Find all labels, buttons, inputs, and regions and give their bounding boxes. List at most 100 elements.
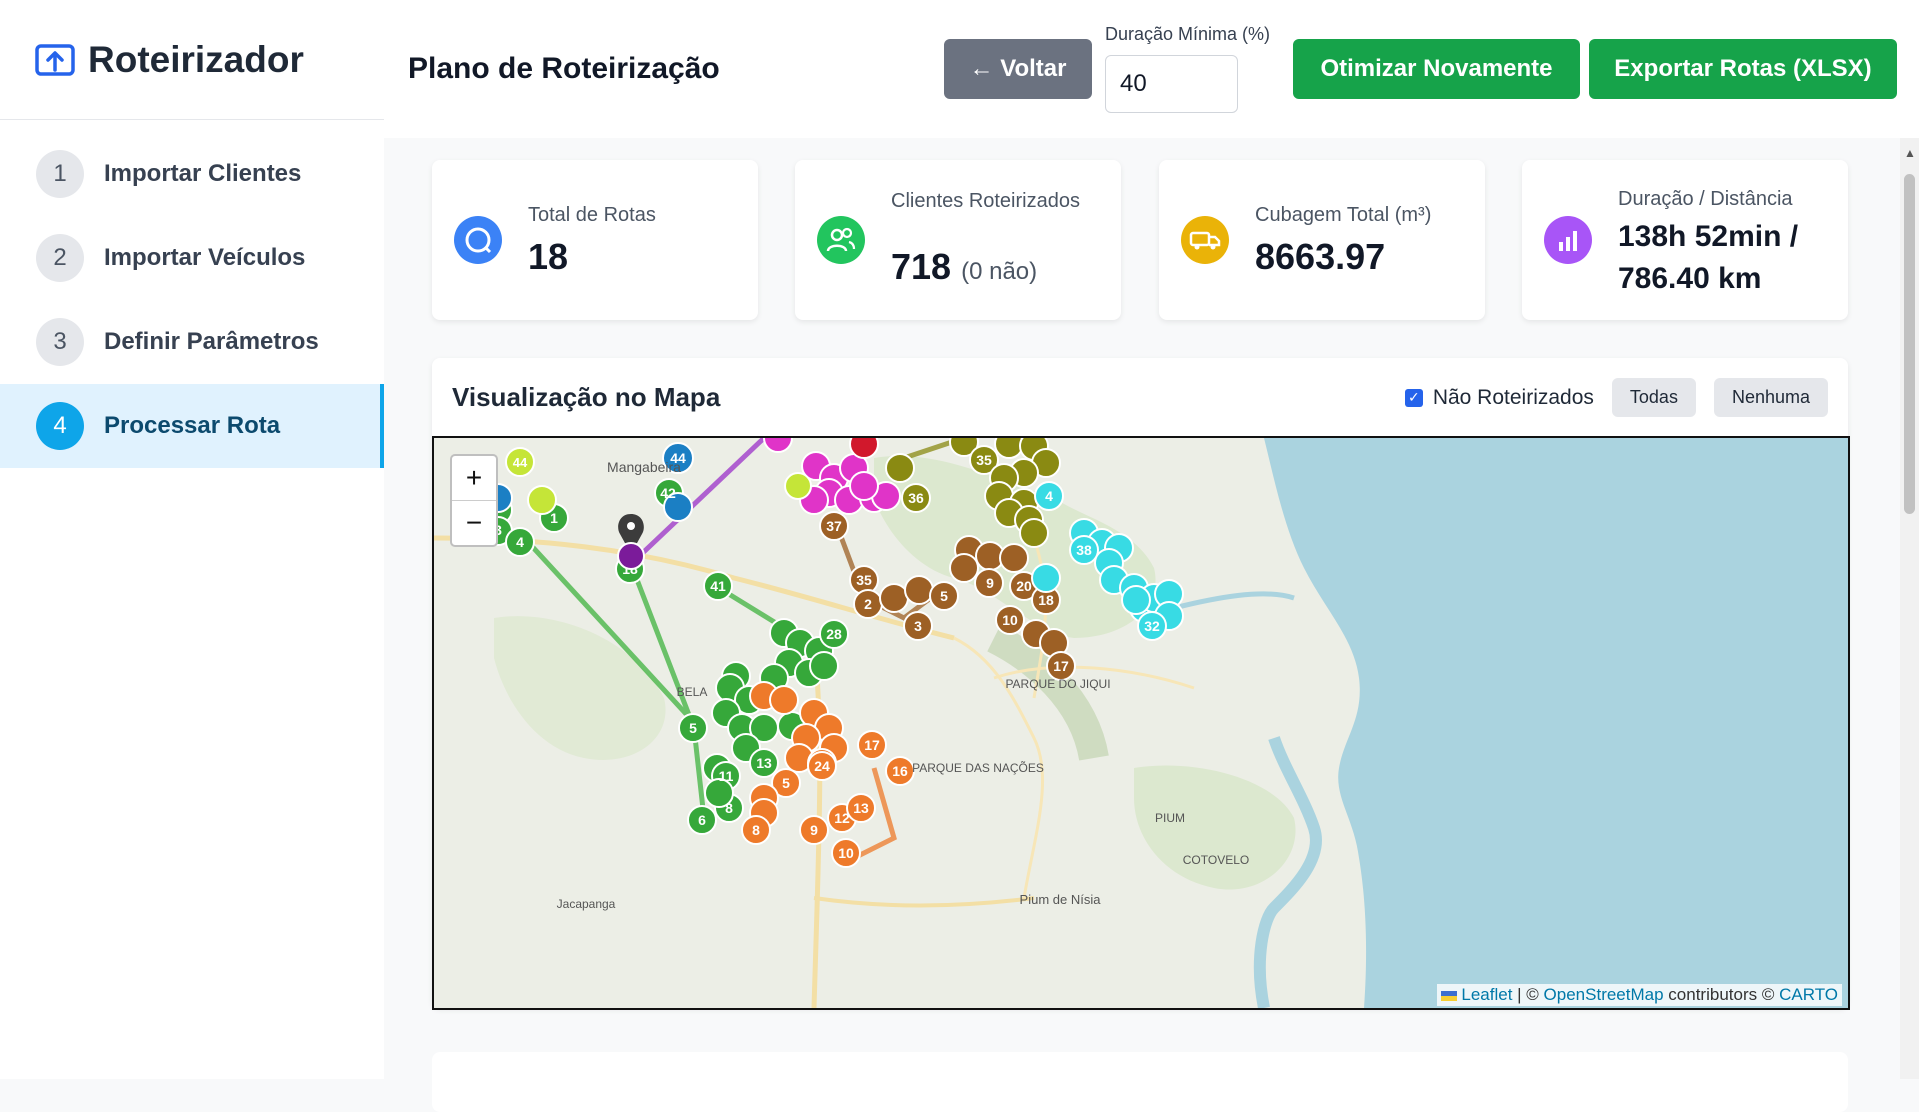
place-label: Mangabeira — [607, 459, 681, 475]
svg-text:32: 32 — [1144, 618, 1160, 634]
stat-value-wrap: 718 (0 não) — [891, 246, 1037, 288]
place-label: Jacapanga — [557, 897, 616, 911]
select-none-button[interactable]: Nenhuma — [1713, 378, 1828, 417]
back-button[interactable]: ← Voltar — [944, 39, 1092, 99]
svg-text:42: 42 — [660, 485, 676, 501]
route-map[interactable]: 3414244 1841568 281311 44 44 — [432, 436, 1850, 1010]
svg-text:10: 10 — [1002, 612, 1018, 628]
svg-text:4: 4 — [1045, 488, 1053, 504]
stat-label: Total de Rotas — [528, 204, 656, 226]
search-icon — [454, 216, 502, 264]
svg-text:2: 2 — [864, 596, 872, 612]
stat-card-duracao: Duração / Distância 138h 52min / 786.40 … — [1522, 160, 1848, 320]
export-button[interactable]: Exportar Rotas (XLSX) — [1589, 39, 1897, 99]
svg-text:5: 5 — [940, 588, 948, 604]
scrollbar[interactable]: ▲ — [1900, 138, 1919, 1079]
users-icon — [817, 216, 865, 264]
map-attribution: Leaflet | © OpenStreetMap contributors ©… — [1436, 984, 1842, 1006]
sidebar-item-definir-parametros[interactable]: 3 Definir Parâmetros — [0, 300, 384, 384]
svg-text:9: 9 — [810, 822, 818, 838]
optimize-button[interactable]: Otimizar Novamente — [1293, 39, 1580, 99]
bar-chart-icon — [1544, 216, 1592, 264]
svg-text:3: 3 — [914, 618, 922, 634]
sidebar-item-label: Importar Clientes — [104, 160, 302, 187]
svg-text:16: 16 — [892, 763, 908, 779]
sidebar-item-label: Importar Veículos — [104, 244, 306, 271]
svg-text:8: 8 — [752, 822, 760, 838]
stat-label: Clientes Roteirizados — [891, 190, 1080, 212]
zoom-in-button[interactable]: + — [452, 456, 496, 501]
svg-text:9: 9 — [986, 575, 994, 591]
stat-value: 138h 52min / 786.40 km — [1618, 220, 1799, 295]
svg-text:36: 36 — [908, 490, 924, 506]
svg-text:12: 12 — [834, 810, 850, 826]
duration-label: Duração Mínima (%) — [1105, 24, 1271, 44]
stat-card-total-rotas: Total de Rotas 18 — [432, 160, 758, 320]
app-title: Roteirizador — [88, 38, 304, 80]
svg-text:38: 38 — [1076, 542, 1092, 558]
svg-text:28: 28 — [826, 626, 842, 642]
place-label: BELA — [677, 685, 708, 699]
leaflet-link[interactable]: Leaflet — [1461, 985, 1512, 1004]
stat-value: 718 — [891, 246, 952, 287]
stat-card-cubagem: Cubagem Total (m³) 8663.97 — [1159, 160, 1485, 320]
map-canvas[interactable]: 3414244 1841568 281311 44 44 — [434, 438, 1848, 1008]
step-number: 4 — [36, 402, 84, 450]
svg-text:41: 41 — [710, 578, 726, 594]
zoom-control: + − — [450, 454, 498, 547]
svg-text:5: 5 — [782, 775, 790, 791]
place-label: PIUM — [1155, 811, 1185, 825]
osm-link[interactable]: OpenStreetMap — [1544, 985, 1664, 1004]
checkbox-checked-icon[interactable]: ✓ — [1404, 388, 1423, 407]
stat-label: Duração / Distância — [1618, 188, 1793, 210]
scroll-thumb[interactable] — [1904, 174, 1915, 514]
svg-text:13: 13 — [756, 755, 772, 771]
svg-text:5: 5 — [689, 720, 697, 736]
scroll-up-icon[interactable]: ▲ — [1904, 146, 1916, 160]
place-label: PARQUE DAS NAÇÕES — [912, 760, 1044, 775]
step-number: 1 — [36, 150, 84, 198]
step-number: 2 — [36, 234, 84, 282]
stat-label: Cubagem Total (m³) — [1255, 204, 1432, 226]
zoom-out-button[interactable]: − — [452, 501, 496, 545]
stat-sub: (0 não) — [961, 258, 1038, 285]
svg-text:13: 13 — [853, 800, 869, 816]
svg-text:35: 35 — [856, 572, 872, 588]
svg-text:44: 44 — [513, 455, 528, 470]
step-number: 3 — [36, 318, 84, 366]
svg-text:35: 35 — [976, 452, 992, 468]
page-title: Plano de Roteirização — [408, 52, 720, 85]
svg-text:4: 4 — [516, 534, 524, 550]
brand: Roteirizador — [0, 0, 384, 120]
svg-text:17: 17 — [864, 737, 880, 753]
truck-icon — [1181, 216, 1229, 264]
sidebar-item-processar-rota[interactable]: 4 Processar Rota — [0, 384, 384, 468]
stat-card-clientes: Clientes Roteirizados 718 (0 não) — [795, 160, 1121, 320]
next-section-card — [432, 1052, 1848, 1112]
map-title: Visualização no Mapa — [452, 382, 721, 412]
svg-text:11: 11 — [719, 768, 734, 784]
svg-text:18: 18 — [1038, 592, 1054, 608]
svg-text:6: 6 — [698, 812, 706, 828]
place-label: Pium de Nísia — [1020, 892, 1102, 907]
sidebar-item-importar-clientes[interactable]: 1 Importar Clientes — [0, 132, 384, 216]
stat-value: 8663.97 — [1255, 236, 1386, 277]
unrouted-toggle[interactable]: ✓ Não Roteirizados — [1404, 386, 1594, 410]
duration-input[interactable] — [1105, 55, 1238, 113]
sidebar-item-importar-veiculos[interactable]: 2 Importar Veículos — [0, 216, 384, 300]
svg-text:1: 1 — [550, 510, 558, 526]
select-all-button[interactable]: Todas — [1611, 378, 1696, 417]
map-controls: ✓ Não Roteirizados Todas Nenhuma — [1404, 378, 1828, 417]
place-label: COTOVELO — [1183, 853, 1249, 867]
svg-text:24: 24 — [814, 758, 830, 774]
attribution-contributors: contributors © — [1668, 985, 1775, 1004]
svg-text:20: 20 — [1016, 578, 1032, 594]
carto-link[interactable]: CARTO — [1779, 985, 1838, 1004]
sidebar: Roteirizador 1 Importar Clientes 2 Impor… — [0, 0, 384, 1079]
svg-text:10: 10 — [838, 845, 854, 861]
page-header: Plano de Roteirização ← Voltar Duração M… — [384, 0, 1919, 138]
sidebar-item-label: Definir Parâmetros — [104, 328, 319, 355]
steps-nav: 1 Importar Clientes 2 Importar Veículos … — [0, 132, 384, 468]
map-section: Visualização no Mapa ✓ Não Roteirizados … — [432, 358, 1850, 1010]
stat-value: 18 — [528, 236, 569, 277]
